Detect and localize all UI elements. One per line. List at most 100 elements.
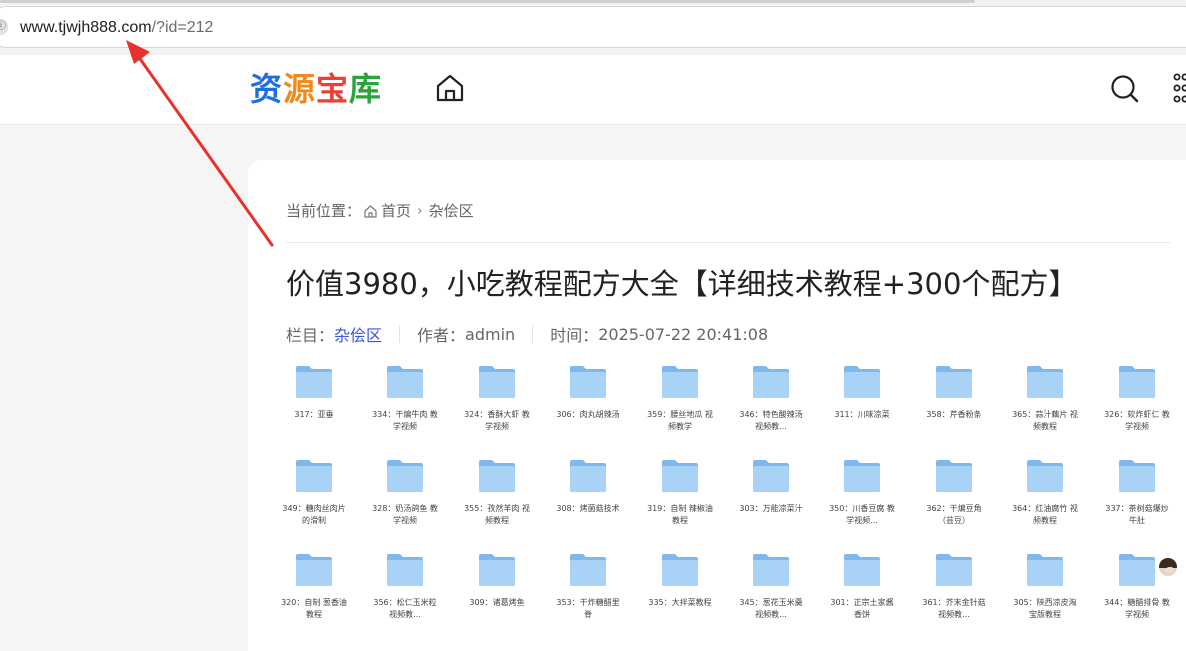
meta-divider <box>532 325 534 343</box>
folder-item[interactable]: 328：奶汤鸽鱼 教学视频 <box>370 459 440 539</box>
menu-dots-icon[interactable] <box>1172 73 1186 103</box>
folder-item[interactable]: 359：腰丝地瓜 视频教学 <box>645 365 715 445</box>
browser-toolbar: ⓘ www.tjwjh888.com/?id=212 <box>0 0 1186 55</box>
folder-label: 344：糖醋排骨 教学视频 <box>1104 598 1170 619</box>
folder-icon <box>844 554 880 586</box>
breadcrumb-home-link[interactable]: 首页 <box>381 200 411 221</box>
breadcrumb-chevron-icon: › <box>417 202 423 219</box>
folder-icon <box>844 460 880 492</box>
url-path: /?id=212 <box>151 19 214 36</box>
folder-label: 324：香酥大虾 教学视频 <box>464 410 530 431</box>
folder-label: 349：糖肉丝肉片 的滑制 <box>282 504 346 525</box>
search-icon[interactable] <box>1108 72 1142 106</box>
logo-char-1: 资 <box>250 70 284 108</box>
time-value: 2025-07-22 20:41:08 <box>598 324 769 344</box>
folder-item[interactable]: 334：干煸牛肉 教学视频 <box>370 365 440 445</box>
divider <box>286 242 1171 243</box>
folder-item[interactable]: 324：香酥大虾 教学视频 <box>462 365 532 445</box>
folder-item[interactable]: 349：糖肉丝肉片 的滑制 <box>279 459 349 539</box>
logo-char-2: 源 <box>283 70 317 108</box>
category-link[interactable]: 杂侩区 <box>334 322 382 346</box>
home-icon[interactable] <box>433 72 467 104</box>
folder-item[interactable]: 337：茶树菇爆炒牛肚 <box>1102 459 1172 539</box>
folder-icon <box>479 460 515 492</box>
folder-item[interactable]: 361：芥末金针菇 视频教... <box>919 553 989 633</box>
folder-icon <box>844 366 880 398</box>
folder-item[interactable]: 345：葱花玉米羹 视频教... <box>736 553 806 633</box>
breadcrumb-category-link[interactable]: 杂侩区 <box>429 200 474 221</box>
folder-icon <box>570 460 606 492</box>
folder-label: 334：干煸牛肉 教学视频 <box>372 410 438 431</box>
folder-label: 301：正宗土家酱香饼 <box>830 598 894 619</box>
folder-item[interactable]: 364：红油腐竹 视频教程 <box>1010 459 1080 539</box>
folder-label: 309：诸葛烤鱼 <box>469 598 525 607</box>
folder-icon <box>1027 554 1063 586</box>
folder-item[interactable]: 305：陕西凉皮淘宝版教程 <box>1010 553 1080 633</box>
folder-item[interactable]: 311：川味凉菜 <box>827 365 897 445</box>
folder-icon <box>570 554 606 586</box>
folder-item[interactable]: 319：自制 辣椒油教程 <box>645 459 715 539</box>
address-url[interactable]: www.tjwjh888.com/?id=212 <box>20 18 213 38</box>
meta-divider <box>399 325 401 343</box>
folder-item[interactable]: 346：特色酸辣汤 视频教... <box>736 365 806 445</box>
breadcrumb-label: 当前位置： <box>286 202 362 220</box>
folder-label: 362：干煸豆角（芸豆） <box>926 504 982 525</box>
folder-label: 317：亚垂 <box>294 410 334 419</box>
folder-item[interactable]: 358：芹香粉条 <box>919 365 989 445</box>
folder-item[interactable]: 326：软炸虾仁 教学视频 <box>1102 365 1172 445</box>
folder-item[interactable]: 362：干煸豆角（芸豆） <box>919 459 989 539</box>
folder-item[interactable]: 308：烤菌菇技术 <box>553 459 623 539</box>
category-label: 栏目： <box>286 326 335 345</box>
folder-icon <box>753 366 789 398</box>
article-card: 当前位置： 首页 › 杂侩区 价值3980，小吃教程配方大全【详细技术教程+30… <box>248 160 1186 651</box>
folder-icon <box>1119 366 1155 398</box>
folder-label: 326：软炸虾仁 教学视频 <box>1104 410 1170 431</box>
folder-icon <box>387 554 423 586</box>
folder-icon <box>387 460 423 492</box>
folder-icon <box>296 460 332 492</box>
folder-icon <box>936 554 972 586</box>
folder-item[interactable]: 306：肉丸胡辣汤 <box>553 365 623 445</box>
folder-label: 356：松仁玉米粒 视频教... <box>373 598 437 619</box>
avatar[interactable] <box>1157 556 1179 578</box>
folder-item[interactable]: 356：松仁玉米粒 视频教... <box>370 553 440 633</box>
folder-item[interactable]: 335：大拌菜教程 <box>645 553 715 633</box>
folder-label: 320：自制 葱香油 教程 <box>281 598 347 619</box>
folder-icon <box>662 460 698 492</box>
folder-label: 359：腰丝地瓜 视频教学 <box>647 410 713 431</box>
time-label: 时间： <box>550 326 599 345</box>
folder-icon <box>662 366 698 398</box>
folder-item[interactable]: 365：蒜汁藕片 视频教程 <box>1010 365 1080 445</box>
folder-icon <box>387 366 423 398</box>
folder-item[interactable]: 355：孜然羊肉 视频教程 <box>462 459 532 539</box>
folder-label: 350：川香豆腐 教学视频... <box>829 504 895 525</box>
folder-item[interactable]: 317：亚垂 <box>279 365 349 445</box>
author-label: 作者： <box>417 326 466 345</box>
folder-icon <box>753 554 789 586</box>
folder-item[interactable]: 350：川香豆腐 教学视频... <box>827 459 897 539</box>
folder-label: 358：芹香粉条 <box>926 410 982 419</box>
folder-icon <box>1027 460 1063 492</box>
folder-icon <box>479 554 515 586</box>
folder-icon <box>753 460 789 492</box>
article-title: 价值3980，小吃教程配方大全【详细技术教程+300个配方】 <box>286 267 1078 301</box>
breadcrumb-home-icon <box>364 204 377 218</box>
folder-item[interactable]: 320：自制 葱香油 教程 <box>279 553 349 633</box>
tab-strip-edge <box>0 0 975 3</box>
folder-label: 353：干炸糖醋里脊 <box>556 598 620 619</box>
folder-label: 361：芥末金针菇 视频教... <box>922 598 986 619</box>
folder-label: 303：万能凉菜汁 <box>739 504 803 513</box>
site-logo[interactable]: 资源宝库 <box>250 69 382 109</box>
url-host: www.tjwjh888.com <box>20 19 152 36</box>
breadcrumb: 当前位置： 首页 › 杂侩区 <box>286 200 474 221</box>
folder-icon <box>662 554 698 586</box>
folder-label: 365：蒜汁藕片 视频教程 <box>1012 410 1078 431</box>
folder-item[interactable]: 301：正宗土家酱香饼 <box>827 553 897 633</box>
article-meta: 栏目： 杂侩区 作者： admin 时间： 2025-07-22 20:41:0… <box>286 322 768 346</box>
folder-item[interactable]: 353：干炸糖醋里脊 <box>553 553 623 633</box>
folder-icon <box>936 366 972 398</box>
folder-item[interactable]: 309：诸葛烤鱼 <box>462 553 532 633</box>
folder-icon <box>570 366 606 398</box>
folder-label: 337：茶树菇爆炒牛肚 <box>1105 504 1169 525</box>
folder-item[interactable]: 303：万能凉菜汁 <box>736 459 806 539</box>
